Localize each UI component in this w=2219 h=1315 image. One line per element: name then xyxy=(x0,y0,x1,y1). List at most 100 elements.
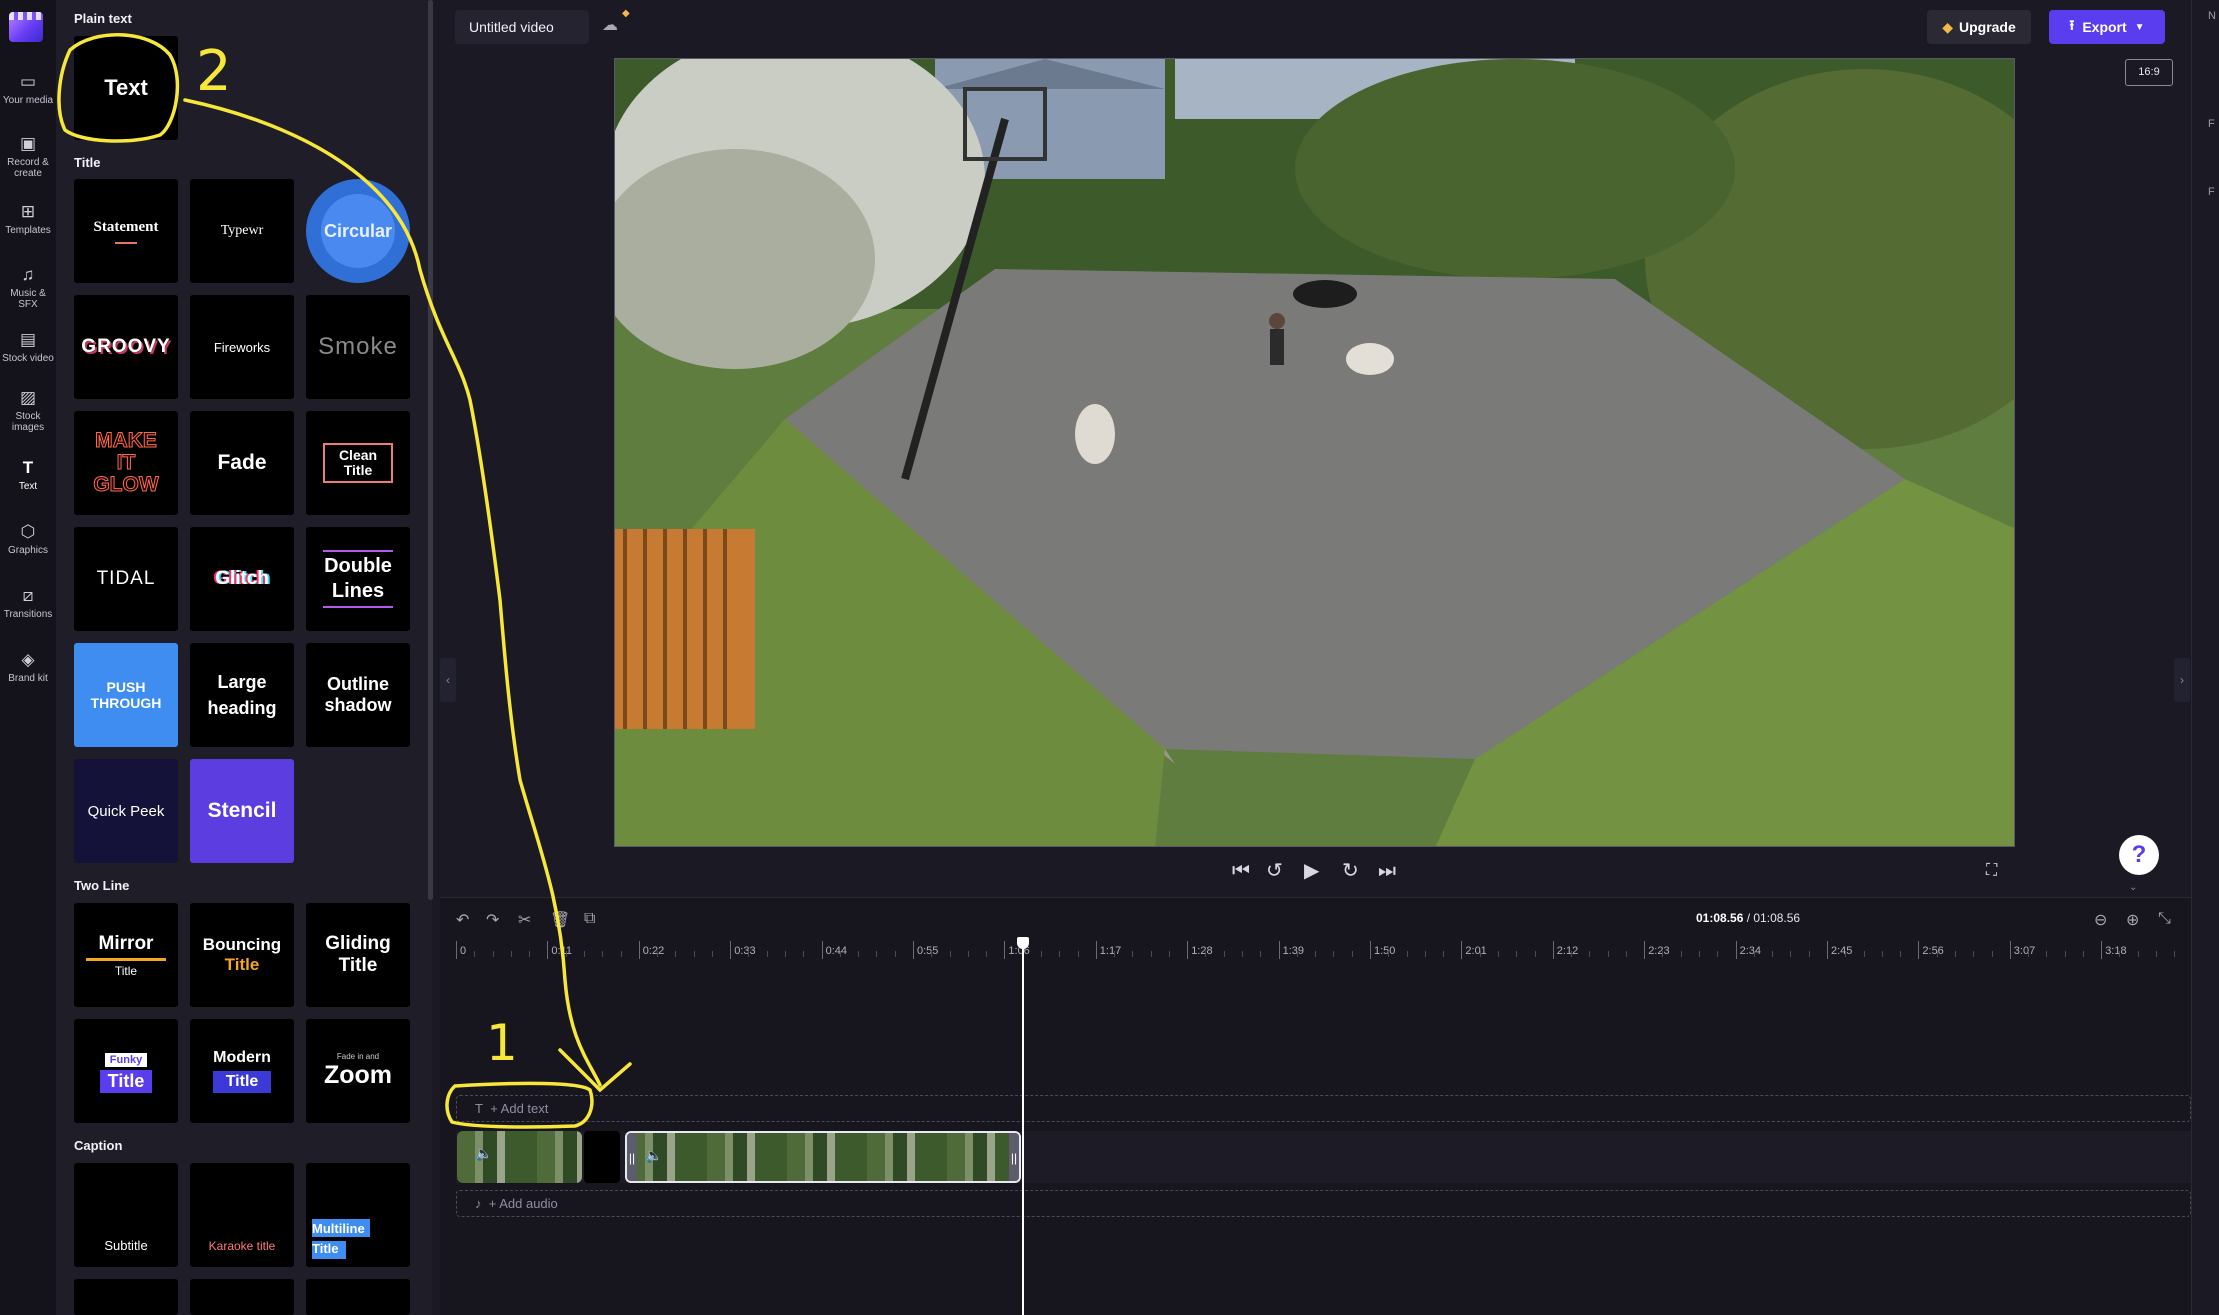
fullscreen-icon[interactable]: ⛶ xyxy=(1986,858,1997,884)
forward-5-icon[interactable]: ↻ xyxy=(1342,858,1359,884)
chevron-down-icon: ▼ xyxy=(2134,21,2145,33)
ruler-tick-label: 2:12 xyxy=(1556,945,1579,957)
tile-circular[interactable]: Circular xyxy=(306,179,410,283)
ruler-minor-tick xyxy=(1589,951,1591,957)
rail-transitions[interactable]: ⧄ Transitions xyxy=(0,586,56,620)
tile-more-1[interactable] xyxy=(74,1279,178,1315)
tile-mirror-title[interactable]: Mirror Title xyxy=(74,903,178,1007)
play-icon[interactable]: ▶ xyxy=(1304,858,1319,884)
ruler-minor-tick xyxy=(711,951,713,957)
redo-icon[interactable]: ↷ xyxy=(486,910,499,930)
tile-tidal[interactable]: TIDAL xyxy=(74,527,178,631)
tile-fade[interactable]: Fade xyxy=(190,411,294,515)
ruler-tick xyxy=(2101,941,2103,959)
skip-end-icon[interactable]: ⏭ xyxy=(1378,858,1396,884)
music-icon: ♫ xyxy=(21,265,35,284)
ruler-minor-tick xyxy=(565,951,567,957)
rail-stock-images[interactable]: ▨ Stock images xyxy=(0,388,56,433)
delete-icon[interactable]: 🗑 xyxy=(550,910,570,930)
help-button[interactable]: ? xyxy=(2119,835,2159,875)
ruler-minor-tick xyxy=(602,951,604,957)
video-clip-1[interactable]: 🔈 xyxy=(457,1131,582,1183)
rewind-5-icon[interactable]: ↺ xyxy=(1266,858,1283,884)
ruler-minor-tick xyxy=(1753,951,1755,957)
brand-icon: ◈ xyxy=(21,650,35,669)
tile-modern-title[interactable]: Modern Title xyxy=(190,1019,294,1123)
collapse-panel-arrow[interactable]: ‹ xyxy=(440,658,456,702)
ruler-minor-tick xyxy=(967,951,969,957)
ruler-minor-tick xyxy=(1443,951,1445,957)
tile-stencil[interactable]: Stencil xyxy=(190,759,294,863)
trim-handle-right[interactable]: || xyxy=(1009,1133,1019,1181)
tile-outline-shadow[interactable]: Outline shadow xyxy=(306,643,410,747)
rail-music-sfx[interactable]: ♫ Music & SFX xyxy=(0,265,56,310)
rail-record-create[interactable]: ▣ Record & create xyxy=(0,134,56,179)
add-audio-track[interactable]: ♪ + Add audio xyxy=(456,1190,2191,1217)
rail-your-media[interactable]: ▭ Your media xyxy=(0,72,56,106)
ruler-minor-tick xyxy=(1296,951,1298,957)
tile-make-it-glow[interactable]: MAKE IT GLOW xyxy=(74,411,178,515)
duplicate-icon[interactable]: ⧉ xyxy=(584,910,595,928)
tile-quick-peek[interactable]: Quick Peek xyxy=(74,759,178,863)
tile-subtitle[interactable]: Subtitle xyxy=(74,1163,178,1267)
ruler-tick-label: 0:11 xyxy=(551,945,572,957)
ruler-tick-label: 1:39 xyxy=(1282,945,1305,957)
zoom-out-icon[interactable]: ⊖ xyxy=(2094,910,2107,930)
ruler-tick-label: 2:23 xyxy=(1648,945,1670,957)
expand-properties-arrow[interactable]: › xyxy=(2174,658,2190,702)
black-clip[interactable] xyxy=(584,1131,620,1183)
video-preview[interactable] xyxy=(614,58,2015,847)
project-title-input[interactable]: Untitled video xyxy=(455,10,589,44)
add-text-track[interactable]: T + Add text xyxy=(456,1095,2191,1122)
trim-handle-left[interactable]: || xyxy=(627,1133,637,1181)
gem-icon: ◆ xyxy=(1942,18,1953,35)
panel-scrollbar[interactable] xyxy=(428,0,433,900)
collapse-timeline-icon[interactable]: ⌄ xyxy=(2129,882,2137,893)
tile-typewriter[interactable]: Typewr xyxy=(190,179,294,283)
zoom-in-icon[interactable]: ⊕ xyxy=(2126,910,2139,930)
ruler-minor-tick xyxy=(1973,951,1975,957)
tile-more-2[interactable] xyxy=(190,1279,294,1315)
tile-push-through[interactable]: PUSH THROUGH xyxy=(74,643,178,747)
tile-multiline-title[interactable]: Multiline Title xyxy=(306,1163,410,1267)
fit-timeline-icon[interactable]: ⤡ xyxy=(2158,910,2171,928)
tile-double-lines[interactable]: Double Lines xyxy=(306,527,410,631)
tile-plain-text[interactable]: Text xyxy=(74,36,178,140)
text-icon: T xyxy=(22,458,34,477)
ruler-minor-tick xyxy=(1497,951,1499,957)
tile-gliding-title[interactable]: Gliding Title xyxy=(306,903,410,1007)
rail-stock-video[interactable]: ▤ Stock video xyxy=(0,330,56,364)
skip-start-icon[interactable]: ⏮ xyxy=(1232,858,1250,884)
export-button[interactable]: ⭱ Export ▼ xyxy=(2049,10,2165,44)
upgrade-button[interactable]: ◆ Upgrade xyxy=(1927,10,2031,44)
tile-glitch[interactable]: Glitch xyxy=(190,527,294,631)
ruler-minor-tick xyxy=(657,951,659,957)
tile-fade-zoom[interactable]: Fade in and Zoom xyxy=(306,1019,410,1123)
rail-text[interactable]: T Text xyxy=(0,458,56,492)
tile-funky-title[interactable]: Funky Title xyxy=(74,1019,178,1123)
video-clip-2[interactable]: || 🔈 || xyxy=(625,1131,1021,1183)
tile-large-heading[interactable]: Large heading xyxy=(190,643,294,747)
rail-graphics[interactable]: ⬡ Graphics xyxy=(0,522,56,556)
tile-more-3[interactable] xyxy=(306,1279,410,1315)
ruler-minor-tick xyxy=(620,951,622,957)
ruler-tick-label: 2:34 xyxy=(1739,945,1762,957)
split-icon[interactable]: ✂ xyxy=(518,910,531,930)
tile-karaoke-title[interactable]: Karaoke title xyxy=(190,1163,294,1267)
ruler-minor-tick xyxy=(1790,951,1792,957)
tile-smoke[interactable]: Smoke xyxy=(306,295,410,399)
ruler-minor-tick xyxy=(675,951,677,957)
rail-brand-kit[interactable]: ◈ Brand kit xyxy=(0,650,56,684)
playhead[interactable] xyxy=(1022,940,1024,1315)
ruler-minor-tick xyxy=(1132,951,1134,957)
ruler-minor-tick xyxy=(1150,951,1152,957)
tile-groovy[interactable]: GROOVY xyxy=(74,295,178,399)
undo-icon[interactable]: ↶ xyxy=(456,910,469,930)
playback-controls: ⏮ ↺ ▶ ↻ ⏭ ⛶ xyxy=(0,858,2219,884)
tile-bouncing-title[interactable]: Bouncing Title xyxy=(190,903,294,1007)
tile-clean-title[interactable]: Clean Title xyxy=(306,411,410,515)
rail-templates[interactable]: ⊞ Templates xyxy=(0,202,56,236)
aspect-ratio-button[interactable]: 16:9 xyxy=(2125,59,2173,86)
tile-fireworks[interactable]: Fireworks xyxy=(190,295,294,399)
tile-statement[interactable]: Statement xyxy=(74,179,178,283)
